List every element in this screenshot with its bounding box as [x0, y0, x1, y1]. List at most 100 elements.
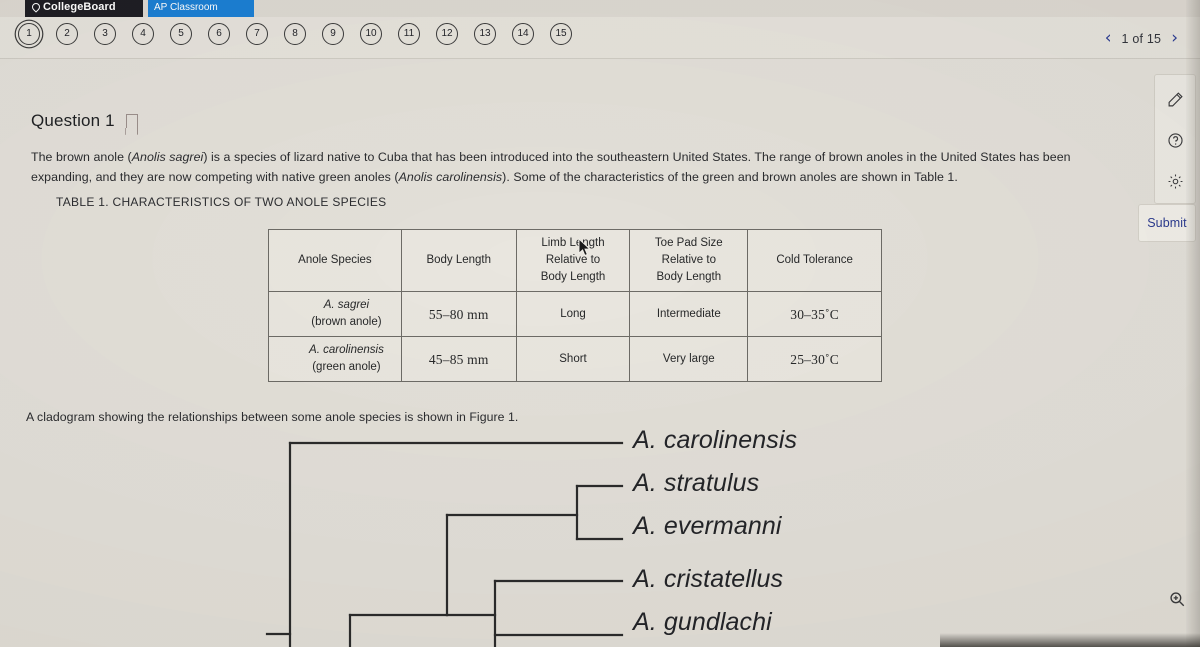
cell-toe-pad: Intermediate: [629, 291, 749, 337]
header-line: Body Length: [426, 254, 492, 266]
clado-label-stratulus: A. stratulus: [633, 469, 760, 497]
pagination-control: ‹ 1 of 15 ›: [1105, 30, 1178, 47]
collegeboard-logo-tab[interactable]: CollegeBoard: [25, 0, 143, 17]
table-body: A. sagrei (brown anole) 55–80 mm Long In…: [268, 291, 882, 382]
question-number-label: 9: [322, 23, 344, 45]
header-line: Anole Species: [298, 254, 372, 266]
cell-toe-pad: Very large: [629, 336, 749, 382]
question-number-7[interactable]: 7: [238, 23, 276, 45]
header-line: Relative to: [661, 254, 716, 266]
question-number-label: 13: [474, 23, 496, 45]
cell-cold-tolerance: 30–35˚C: [747, 291, 882, 337]
stem-text-3: ). Some of the characteristics of the gr…: [502, 170, 958, 184]
brand-label: CollegeBoard: [43, 1, 116, 13]
stem-text-1: The brown anole (: [31, 150, 132, 164]
table-header-row: Anole Species Body Length Limb Length Re…: [268, 229, 882, 292]
page-indicator-label: 1 of 15: [1121, 31, 1162, 46]
cell-body-length: 45–85 mm: [400, 336, 517, 382]
question-number-label: 5: [170, 23, 192, 45]
question-number-label: 3: [94, 23, 116, 45]
question-number-label: 7: [246, 23, 268, 45]
question-number-label: 10: [360, 23, 382, 45]
header-line: Toe Pad Size: [654, 237, 723, 249]
cladogram-lead-text: A cladogram showing the relationships be…: [26, 410, 519, 424]
table-row: A. carolinensis (green anole) 45–85 mm S…: [268, 336, 882, 382]
header-line: Relative to: [545, 254, 601, 266]
species-common-name: (brown anole): [311, 316, 382, 328]
question-number-label: 15: [550, 23, 572, 45]
anole-characteristics-table: Anole Species Body Length Limb Length Re…: [268, 229, 882, 382]
zoom-in-icon[interactable]: [1164, 586, 1190, 612]
stem-scientific-name-2: Anolis carolinensis: [398, 170, 503, 184]
question-number-list: 1 2 3 4 5 6 7 8 9 10 11 12 13 14 15: [10, 23, 580, 45]
header-line: Limb Length: [541, 237, 605, 249]
stem-scientific-name-1: Anolis sagrei: [131, 150, 204, 164]
question-number-14[interactable]: 14: [504, 23, 542, 45]
browser-tab-active[interactable]: AP Classroom: [148, 0, 254, 17]
chevron-left-icon[interactable]: ‹: [1105, 30, 1112, 47]
question-number-label: 14: [512, 23, 534, 45]
question-number-4[interactable]: 4: [124, 23, 162, 45]
question-number-label: 1: [18, 23, 40, 45]
page-title: Question 1: [31, 111, 115, 130]
question-number-2[interactable]: 2: [48, 23, 86, 45]
question-number-label: 8: [284, 23, 306, 45]
clado-label-cristatellus: A. cristatellus: [633, 565, 784, 593]
header-line: Body Length: [540, 271, 606, 283]
question-number-1[interactable]: 1: [10, 23, 48, 45]
question-number-8[interactable]: 8: [276, 23, 314, 45]
question-stem: The brown anole (Anolis sagrei) is a spe…: [31, 147, 1113, 187]
question-number-3[interactable]: 3: [86, 23, 124, 45]
question-number-13[interactable]: 13: [466, 23, 504, 45]
cell-cold-tolerance: 25–30˚C: [747, 336, 882, 382]
gear-icon[interactable]: [1163, 169, 1187, 193]
acorn-icon: [30, 1, 42, 13]
table-caption: TABLE 1. CHARACTERISTICS OF TWO ANOLE SP…: [56, 195, 387, 209]
header-body-length: Body Length: [400, 229, 517, 292]
clado-label-gundlachi: A. gundlachi: [633, 608, 772, 636]
header-line: Cold Tolerance: [776, 254, 853, 266]
question-content-area: Question 1 The brown anole (Anolis sagre…: [0, 59, 1130, 647]
question-number-12[interactable]: 12: [428, 23, 466, 45]
question-number-label: 4: [132, 23, 154, 45]
cladogram-tree-svg: [265, 441, 624, 647]
species-common-name: (green anole): [312, 361, 381, 373]
header-toe-pad-size: Toe Pad Size Relative to Body Length: [629, 229, 749, 292]
header-anole-species: Anole Species: [268, 229, 402, 292]
question-number-label: 6: [208, 23, 230, 45]
question-number-5[interactable]: 5: [162, 23, 200, 45]
header-cold-tolerance: Cold Tolerance: [747, 229, 882, 292]
question-number-label: 12: [436, 23, 458, 45]
help-circle-icon[interactable]: [1163, 128, 1187, 152]
question-number-6[interactable]: 6: [200, 23, 238, 45]
cladogram-figure: A. carolinensis A. stratulus A. evermann…: [255, 426, 895, 647]
clado-label-evermanni: A. evermanni: [633, 512, 782, 540]
header-line: Body Length: [656, 271, 722, 283]
cell-limb-length: Long: [515, 291, 631, 337]
chevron-right-icon[interactable]: ›: [1171, 30, 1178, 47]
app-chrome-bar: CollegeBoard AP Classroom: [0, 0, 1200, 17]
table-header: Anole Species Body Length Limb Length Re…: [268, 229, 882, 292]
cell-body-length: 55–80 mm: [400, 291, 517, 337]
cell-species: A. carolinensis (green anole): [268, 336, 402, 382]
question-number-9[interactable]: 9: [314, 23, 352, 45]
table-row: A. sagrei (brown anole) 55–80 mm Long In…: [268, 291, 882, 337]
species-scientific-name: A. sagrei: [323, 299, 370, 311]
tool-rail: [1154, 74, 1196, 204]
submit-container: Submit: [1138, 204, 1196, 242]
cell-limb-length: Short: [515, 336, 631, 382]
question-number-11[interactable]: 11: [390, 23, 428, 45]
question-number-10[interactable]: 10: [352, 23, 390, 45]
submit-button[interactable]: Submit: [1147, 216, 1187, 230]
question-number-15[interactable]: 15: [542, 23, 580, 45]
question-number-label: 2: [56, 23, 78, 45]
cell-species: A. sagrei (brown anole): [268, 291, 402, 337]
header-limb-length: Limb Length Relative to Body Length: [515, 229, 631, 292]
species-scientific-name: A. carolinensis: [309, 344, 384, 356]
question-navigator: 1 2 3 4 5 6 7 8 9 10 11 12 13 14 15 ‹ 1 of 15 ›: [0, 17, 1200, 59]
clado-label-carolinensis: A. carolinensis: [633, 426, 798, 454]
pencil-icon[interactable]: [1163, 87, 1187, 111]
question-header: Question 1: [31, 111, 138, 131]
bookmark-icon[interactable]: [125, 114, 138, 128]
browser-tab-label: AP Classroom: [154, 2, 218, 13]
